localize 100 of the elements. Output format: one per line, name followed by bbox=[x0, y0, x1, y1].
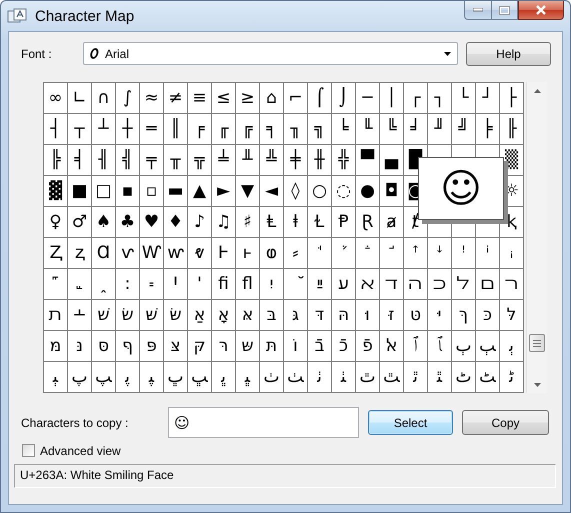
character-cell[interactable]: מּ bbox=[44, 331, 67, 361]
character-cell[interactable]: ꜞ bbox=[476, 238, 499, 268]
character-cell[interactable]: ┘ bbox=[476, 83, 499, 113]
character-cell[interactable]: ⌠ bbox=[308, 83, 331, 113]
character-cell[interactable]: ⱷ bbox=[260, 238, 283, 268]
character-cell[interactable]: רּ bbox=[212, 331, 235, 361]
character-cell[interactable]: דּ bbox=[308, 300, 331, 330]
character-cell[interactable]: וֹ bbox=[284, 331, 307, 361]
character-cell[interactable]: ꜠ bbox=[44, 269, 67, 299]
character-cell[interactable]: ╖ bbox=[284, 114, 307, 144]
character-cell[interactable]: ⱳ bbox=[164, 238, 187, 268]
character-cell[interactable]: ﭥ bbox=[428, 362, 451, 392]
character-cell[interactable]: ﭡ bbox=[332, 362, 355, 392]
character-cell[interactable]: בֿ bbox=[308, 331, 331, 361]
character-cell[interactable]: ﭠ bbox=[308, 362, 331, 392]
character-cell[interactable]: ╜ bbox=[428, 114, 451, 144]
character-cell[interactable]: ﭏ bbox=[380, 331, 403, 361]
help-button[interactable]: Help bbox=[466, 42, 551, 66]
character-cell[interactable]: ║ bbox=[164, 114, 187, 144]
character-cell[interactable]: Ⱬ bbox=[44, 238, 67, 268]
character-cell[interactable]: ◌ bbox=[332, 176, 355, 206]
character-cell[interactable]: ╕ bbox=[260, 114, 283, 144]
character-cell[interactable]: ≥ bbox=[236, 83, 259, 113]
character-cell[interactable]: ꞊ bbox=[140, 269, 163, 299]
character-cell[interactable]: ﬧ bbox=[500, 269, 523, 299]
character-cell[interactable]: ﬦ bbox=[476, 269, 499, 299]
character-cell[interactable]: ﭕ bbox=[44, 362, 67, 392]
character-cell[interactable]: ⌐ bbox=[284, 83, 307, 113]
character-cell[interactable]: ﬨ bbox=[44, 300, 67, 330]
character-cell[interactable]: ╘ bbox=[332, 114, 355, 144]
character-cell[interactable]: ﬢ bbox=[380, 269, 403, 299]
character-cell[interactable]: ♥ bbox=[140, 207, 163, 237]
character-cell[interactable]: ꜟ bbox=[500, 238, 523, 268]
character-cell[interactable]: ⱥ bbox=[380, 207, 403, 237]
character-cell[interactable]: ∫ bbox=[116, 83, 139, 113]
character-cell[interactable]: ≈ bbox=[140, 83, 163, 113]
character-cell[interactable]: ╞ bbox=[476, 114, 499, 144]
scroll-down-icon[interactable] bbox=[534, 382, 540, 386]
character-cell[interactable]: ╫ bbox=[308, 145, 331, 175]
character-cell[interactable]: ≤ bbox=[212, 83, 235, 113]
character-cell[interactable]: ﬞ bbox=[284, 269, 307, 299]
character-cell[interactable]: הּ bbox=[332, 300, 355, 330]
character-cell[interactable]: ⸗ bbox=[284, 238, 307, 268]
character-cell[interactable]: ▬ bbox=[164, 176, 187, 206]
character-cell[interactable]: נּ bbox=[68, 331, 91, 361]
character-cell[interactable]: ∟ bbox=[68, 83, 91, 113]
character-cell[interactable]: ╪ bbox=[284, 145, 307, 175]
character-cell[interactable]: ● bbox=[356, 176, 379, 206]
advanced-view-checkbox[interactable] bbox=[22, 444, 35, 457]
character-cell[interactable]: טּ bbox=[404, 300, 427, 330]
character-cell[interactable]: ◄ bbox=[260, 176, 283, 206]
character-cell[interactable]: ▓ bbox=[44, 176, 67, 206]
character-cell[interactable]: ﬂ bbox=[236, 269, 259, 299]
character-cell[interactable]: אּ bbox=[236, 300, 259, 330]
character-cell[interactable]: □ bbox=[92, 176, 115, 206]
character-cell[interactable]: ▀ bbox=[356, 145, 379, 175]
character-cell[interactable]: בּ bbox=[260, 300, 283, 330]
character-cell[interactable]: אָ bbox=[212, 300, 235, 330]
character-cell[interactable]: ﬁ bbox=[212, 269, 235, 299]
character-cell[interactable]: ╣ bbox=[116, 145, 139, 175]
character-cell[interactable]: ꜘ bbox=[332, 238, 355, 268]
character-cell[interactable]: Ꞌ bbox=[164, 269, 187, 299]
character-cell[interactable]: ףּ bbox=[116, 331, 139, 361]
character-cell[interactable]: פֿ bbox=[356, 331, 379, 361]
close-button[interactable] bbox=[518, 1, 564, 20]
character-cell[interactable]: ▫ bbox=[140, 176, 163, 206]
character-cell[interactable]: ╙ bbox=[356, 114, 379, 144]
character-cell[interactable]: ꜙ bbox=[356, 238, 379, 268]
character-cell[interactable]: ♀ bbox=[44, 207, 67, 237]
character-cell[interactable]: ╦ bbox=[188, 145, 211, 175]
character-cell[interactable]: תּ bbox=[260, 331, 283, 361]
character-cell[interactable]: שׁ bbox=[92, 300, 115, 330]
character-cell[interactable]: ﭚ bbox=[164, 362, 187, 392]
character-cell[interactable]: ﭗ bbox=[92, 362, 115, 392]
character-cell[interactable]: ♦ bbox=[164, 207, 187, 237]
character-cell[interactable]: ╟ bbox=[500, 114, 523, 144]
character-cell[interactable]: ꜝ bbox=[452, 238, 475, 268]
character-cell[interactable]: ♣ bbox=[116, 207, 139, 237]
character-cell[interactable]: ꞌ bbox=[188, 269, 211, 299]
character-cell[interactable]: ﭟ bbox=[284, 362, 307, 392]
character-cell[interactable]: וּ bbox=[356, 300, 379, 330]
character-cell[interactable]: ꜗ bbox=[308, 238, 331, 268]
character-cell[interactable]: ⱡ bbox=[284, 207, 307, 237]
character-cell[interactable]: ﭜ bbox=[212, 362, 235, 392]
character-cell[interactable]: ┴ bbox=[92, 114, 115, 144]
font-dropdown[interactable]: Arial bbox=[83, 42, 458, 65]
character-cell[interactable]: ◘ bbox=[380, 176, 403, 206]
character-cell[interactable]: ﭓ bbox=[476, 331, 499, 361]
character-cell[interactable]: ﬤ bbox=[428, 269, 451, 299]
character-cell[interactable]: Ⱶ bbox=[212, 238, 235, 268]
character-cell[interactable]: ♂ bbox=[68, 207, 91, 237]
character-cell[interactable]: ⱶ bbox=[236, 238, 259, 268]
character-cell[interactable]: ﭣ bbox=[380, 362, 403, 392]
character-cell[interactable]: ╠ bbox=[44, 145, 67, 175]
character-cell[interactable]: לּ bbox=[500, 300, 523, 330]
character-cell[interactable]: פּ bbox=[140, 331, 163, 361]
character-cell[interactable]: ▄ bbox=[380, 145, 403, 175]
character-cell[interactable]: ﭖ bbox=[68, 362, 91, 392]
select-button[interactable]: Select bbox=[368, 410, 453, 435]
character-cell[interactable]: ▼ bbox=[236, 176, 259, 206]
